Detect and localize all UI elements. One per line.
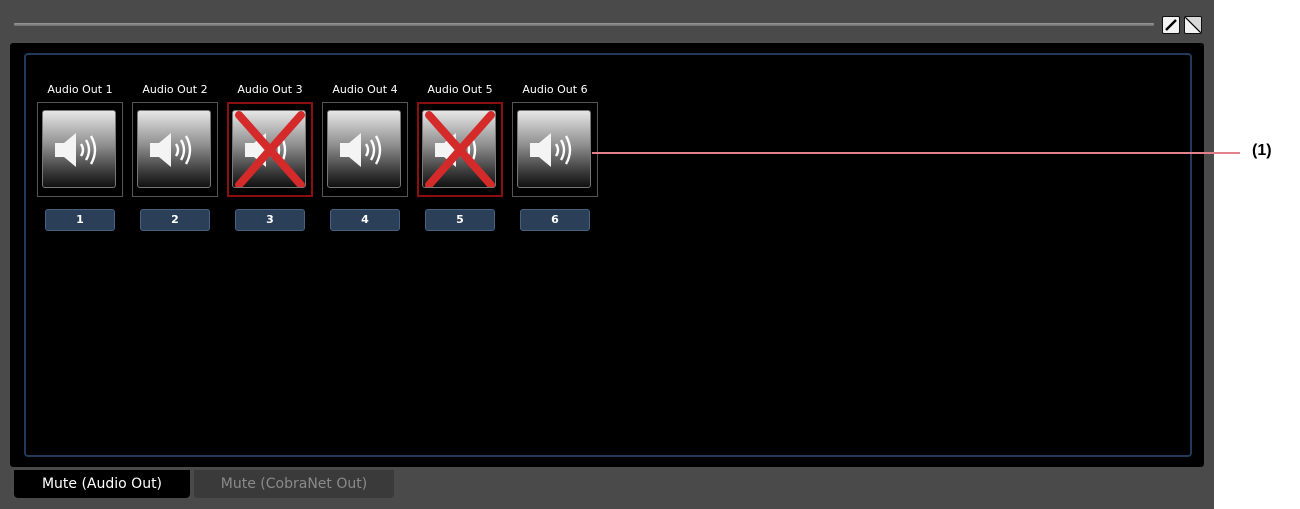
channel-label: Audio Out 2 <box>142 83 208 96</box>
mute-button-frame <box>512 102 598 197</box>
channel-number-badge[interactable]: 1 <box>45 209 115 231</box>
resize-icon[interactable] <box>1184 16 1202 34</box>
mute-button-frame <box>322 102 408 197</box>
callout-label: (1) <box>1252 142 1272 159</box>
channel-label: Audio Out 1 <box>47 83 113 96</box>
mute-x-icon <box>235 111 305 187</box>
speaker-icon <box>530 133 572 167</box>
channel-number-badge[interactable]: 5 <box>425 209 495 231</box>
channel-label: Audio Out 3 <box>237 83 303 96</box>
mute-button-frame <box>132 102 218 197</box>
mute-button[interactable] <box>232 110 306 188</box>
channel-label: Audio Out 4 <box>332 83 398 96</box>
channel-number-badge[interactable]: 4 <box>330 209 400 231</box>
pencil-icon[interactable] <box>1162 16 1180 34</box>
mute-button[interactable] <box>422 110 496 188</box>
mute-x-icon <box>425 111 495 187</box>
channel-number-badge[interactable]: 6 <box>520 209 590 231</box>
channel-label: Audio Out 6 <box>522 83 588 96</box>
callout-line <box>592 152 1240 154</box>
mute-button-frame <box>37 102 123 197</box>
tab-mute-audio-out[interactable]: Mute (Audio Out) <box>14 470 190 498</box>
mute-button[interactable] <box>517 110 591 188</box>
speaker-icon <box>150 133 192 167</box>
channel-number-badge[interactable]: 2 <box>140 209 210 231</box>
speaker-icon <box>55 133 97 167</box>
mute-button[interactable] <box>42 110 116 188</box>
mute-window: Audio Out 1 1 Audio Out 2 2 Audio Out 3 3 Audi… <box>0 0 1214 509</box>
mute-button[interactable] <box>327 110 401 188</box>
speaker-icon <box>340 133 382 167</box>
mute-button[interactable] <box>137 110 211 188</box>
mute-button-frame <box>417 102 503 197</box>
tab-mute-cobranet-out[interactable]: Mute (CobraNet Out) <box>194 470 394 498</box>
channel-label: Audio Out 5 <box>427 83 493 96</box>
mute-panel: Audio Out 1 1 Audio Out 2 2 Audio Out 3 3 Audi… <box>10 43 1204 467</box>
title-bar-line <box>14 23 1154 26</box>
channel-number-badge[interactable]: 3 <box>235 209 305 231</box>
mute-button-frame <box>227 102 313 197</box>
